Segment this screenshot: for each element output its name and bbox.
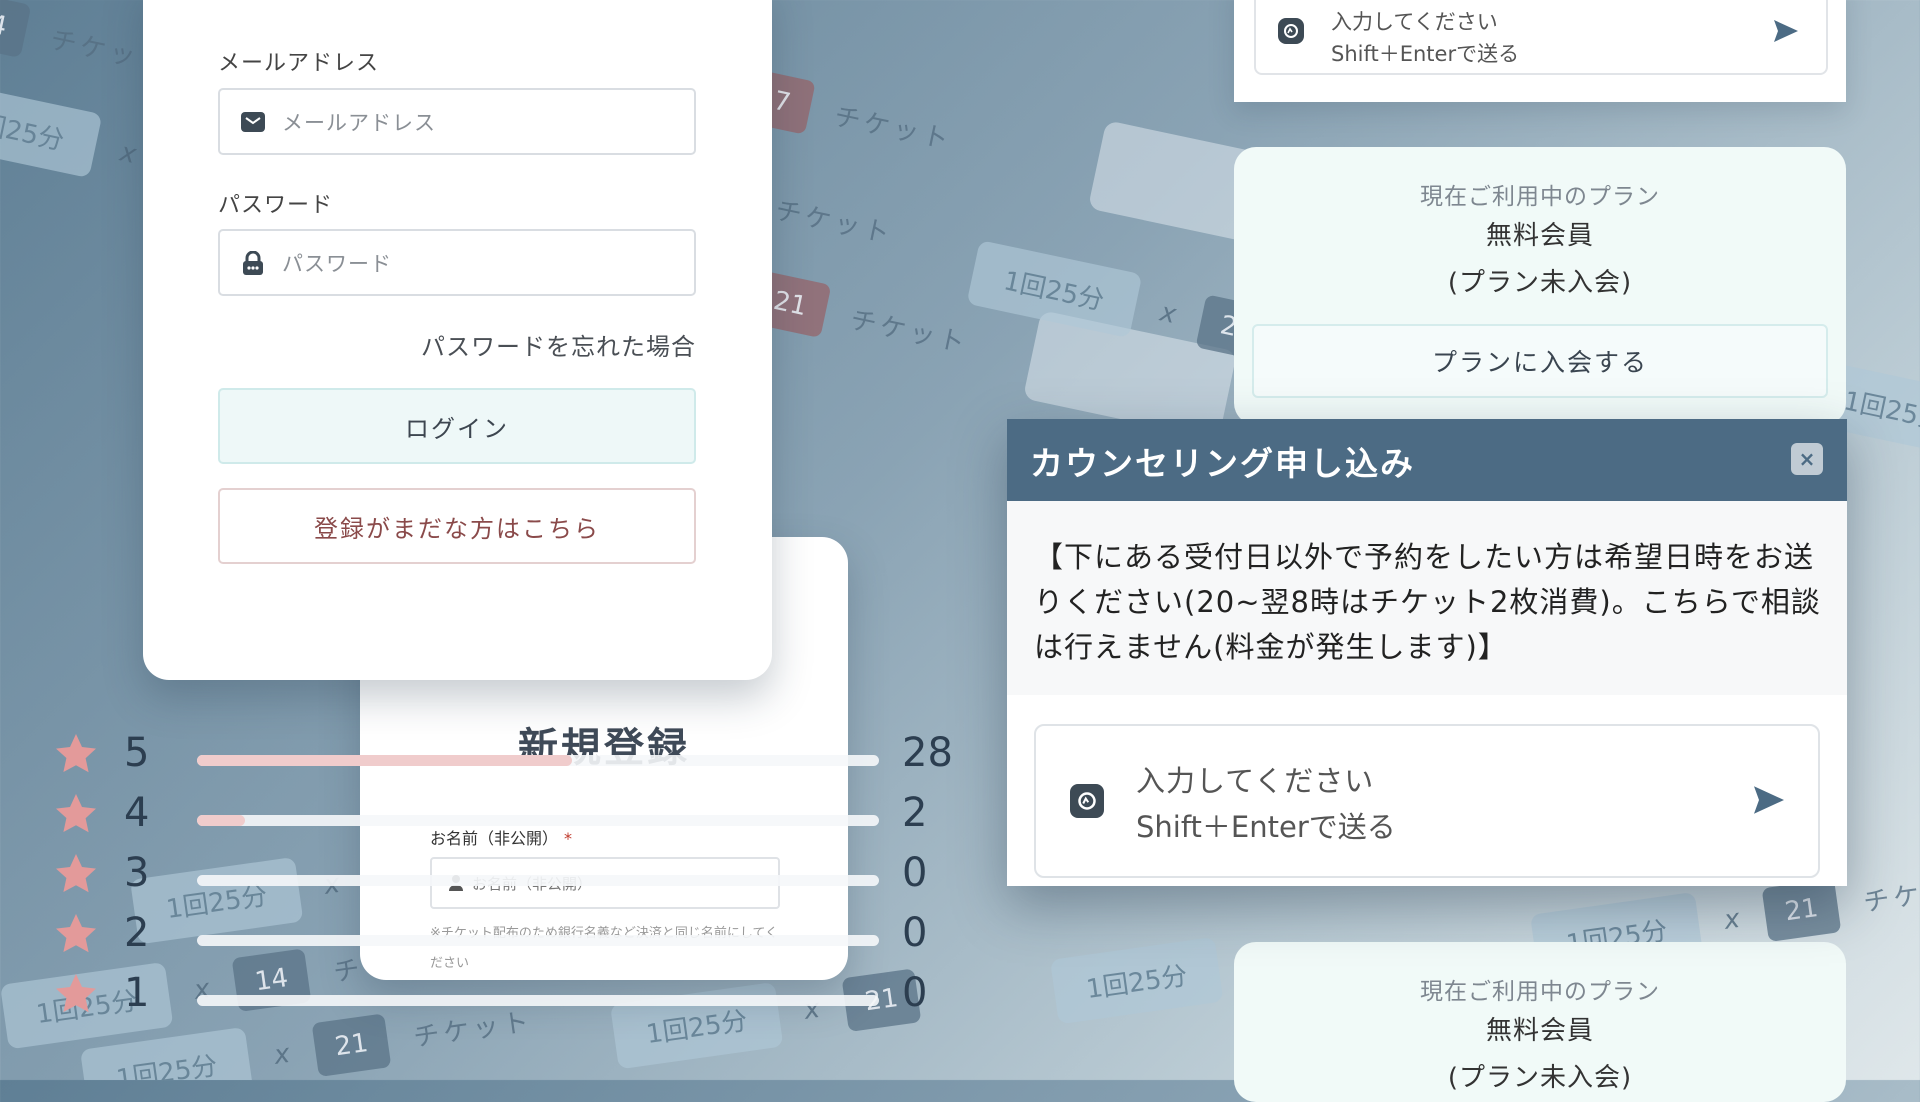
chat-bubble-icon (1070, 784, 1104, 818)
rating-bar (197, 875, 879, 886)
modal-chat-input[interactable]: 入力してください Shift＋Enterで送る (1034, 724, 1820, 878)
password-input[interactable]: パスワード (218, 229, 696, 296)
star-icon (56, 734, 96, 773)
rating-count: 28 (902, 730, 953, 776)
password-placeholder: パスワード (282, 251, 392, 276)
star-icon (56, 914, 96, 953)
rating-row: 3 0 (52, 850, 952, 900)
lock-icon (240, 250, 266, 276)
star-icon (56, 794, 96, 833)
rating-bar-fill (197, 815, 245, 826)
plan-name: 無料会員 (1485, 1016, 1594, 1046)
chat-placeholder-line2: Shift＋Enterで送る (1331, 42, 1520, 66)
plan-card: 現在ご利用中のプラン 無料会員 (プラン未入会) プランに入会する (1234, 147, 1846, 425)
register-button[interactable]: 登録がまだな方はこちら (218, 488, 696, 564)
current-plan-label: 現在ご利用中のプラン (1420, 979, 1660, 1005)
rating-row: 5 28 (52, 730, 953, 780)
send-icon[interactable] (1754, 786, 1784, 818)
star-icon (56, 854, 96, 893)
counseling-modal: カウンセリング申し込み × 【下にある受付日以外で予約をしたい方は希望日時をお送… (1007, 419, 1847, 886)
envelope-icon (240, 109, 266, 135)
ticket-strip: チケット (772, 195, 897, 251)
plan-name: 無料会員 (1485, 221, 1594, 251)
chat-placeholder-line2: Shift＋Enterで送る (1136, 810, 1396, 844)
rating-count: 2 (902, 790, 928, 836)
modal-header: カウンセリング申し込み × (1007, 419, 1847, 501)
rating-row: 1 0 (52, 970, 952, 1020)
current-plan-label: 現在ご利用中のプラン (1420, 184, 1660, 210)
login-button[interactable]: ログイン (218, 388, 696, 464)
ticket-strip: 7 チケット (748, 70, 958, 165)
rating-count: 0 (902, 970, 928, 1016)
chat-input-card: 入力してください Shift＋Enterで送る (1234, 0, 1846, 102)
star-icon (56, 974, 96, 1013)
rating-stars: 1 (124, 970, 150, 1016)
ticket-strip: 1回25分 x (1050, 931, 1264, 1025)
plan-card-bottom: 現在ご利用中のプラン 無料会員 (プラン未入会) (1234, 942, 1846, 1102)
plan-status: (プラン未入会) (1447, 268, 1633, 298)
rating-row: 4 2 (52, 790, 952, 840)
rating-bar (197, 935, 879, 946)
join-plan-button[interactable]: プランに入会する (1252, 324, 1828, 398)
plan-status: (プラン未入会) (1447, 1063, 1633, 1093)
forgot-password-link[interactable]: パスワードを忘れた場合 (421, 327, 696, 362)
rating-bar (197, 755, 879, 766)
send-icon[interactable] (1774, 20, 1798, 46)
chat-bubble-icon (1278, 18, 1304, 44)
modal-message: 【下にある受付日以外で予約をしたい方は希望日時をお送りください(20~翌8時はチ… (1034, 540, 1821, 664)
rating-bar (197, 815, 879, 826)
ticket-strip: 21 チケット (748, 270, 975, 368)
password-label: パスワード (218, 193, 334, 218)
rating-stars: 4 (124, 790, 150, 836)
rating-stars: 2 (124, 910, 150, 956)
close-button[interactable]: × (1791, 443, 1823, 475)
rating-stars: 5 (124, 730, 150, 776)
rating-count: 0 (902, 910, 928, 956)
rating-bar (197, 995, 879, 1006)
modal-message-area: 【下にある受付日以外で予約をしたい方は希望日時をお送りください(20~翌8時はチ… (1007, 501, 1847, 695)
chat-placeholder-line1: 入力してください (1331, 10, 1498, 34)
email-input[interactable]: メールアドレス (218, 88, 696, 155)
rating-stars: 3 (124, 850, 150, 896)
chat-input[interactable]: 入力してください Shift＋Enterで送る (1254, 0, 1828, 75)
rating-row: 2 0 (52, 910, 952, 960)
rating-count: 0 (902, 850, 928, 896)
email-placeholder: メールアドレス (282, 110, 436, 135)
close-icon: × (1798, 447, 1816, 471)
login-card: メールアドレス メールアドレス パスワード パスワード パスワードを忘れた場合 … (143, 0, 772, 680)
chat-placeholder-line1: 入力してください (1136, 764, 1375, 798)
rating-bar-fill (197, 755, 573, 766)
email-label: メールアドレス (218, 51, 380, 76)
modal-title: カウンセリング申し込み (1030, 444, 1415, 483)
